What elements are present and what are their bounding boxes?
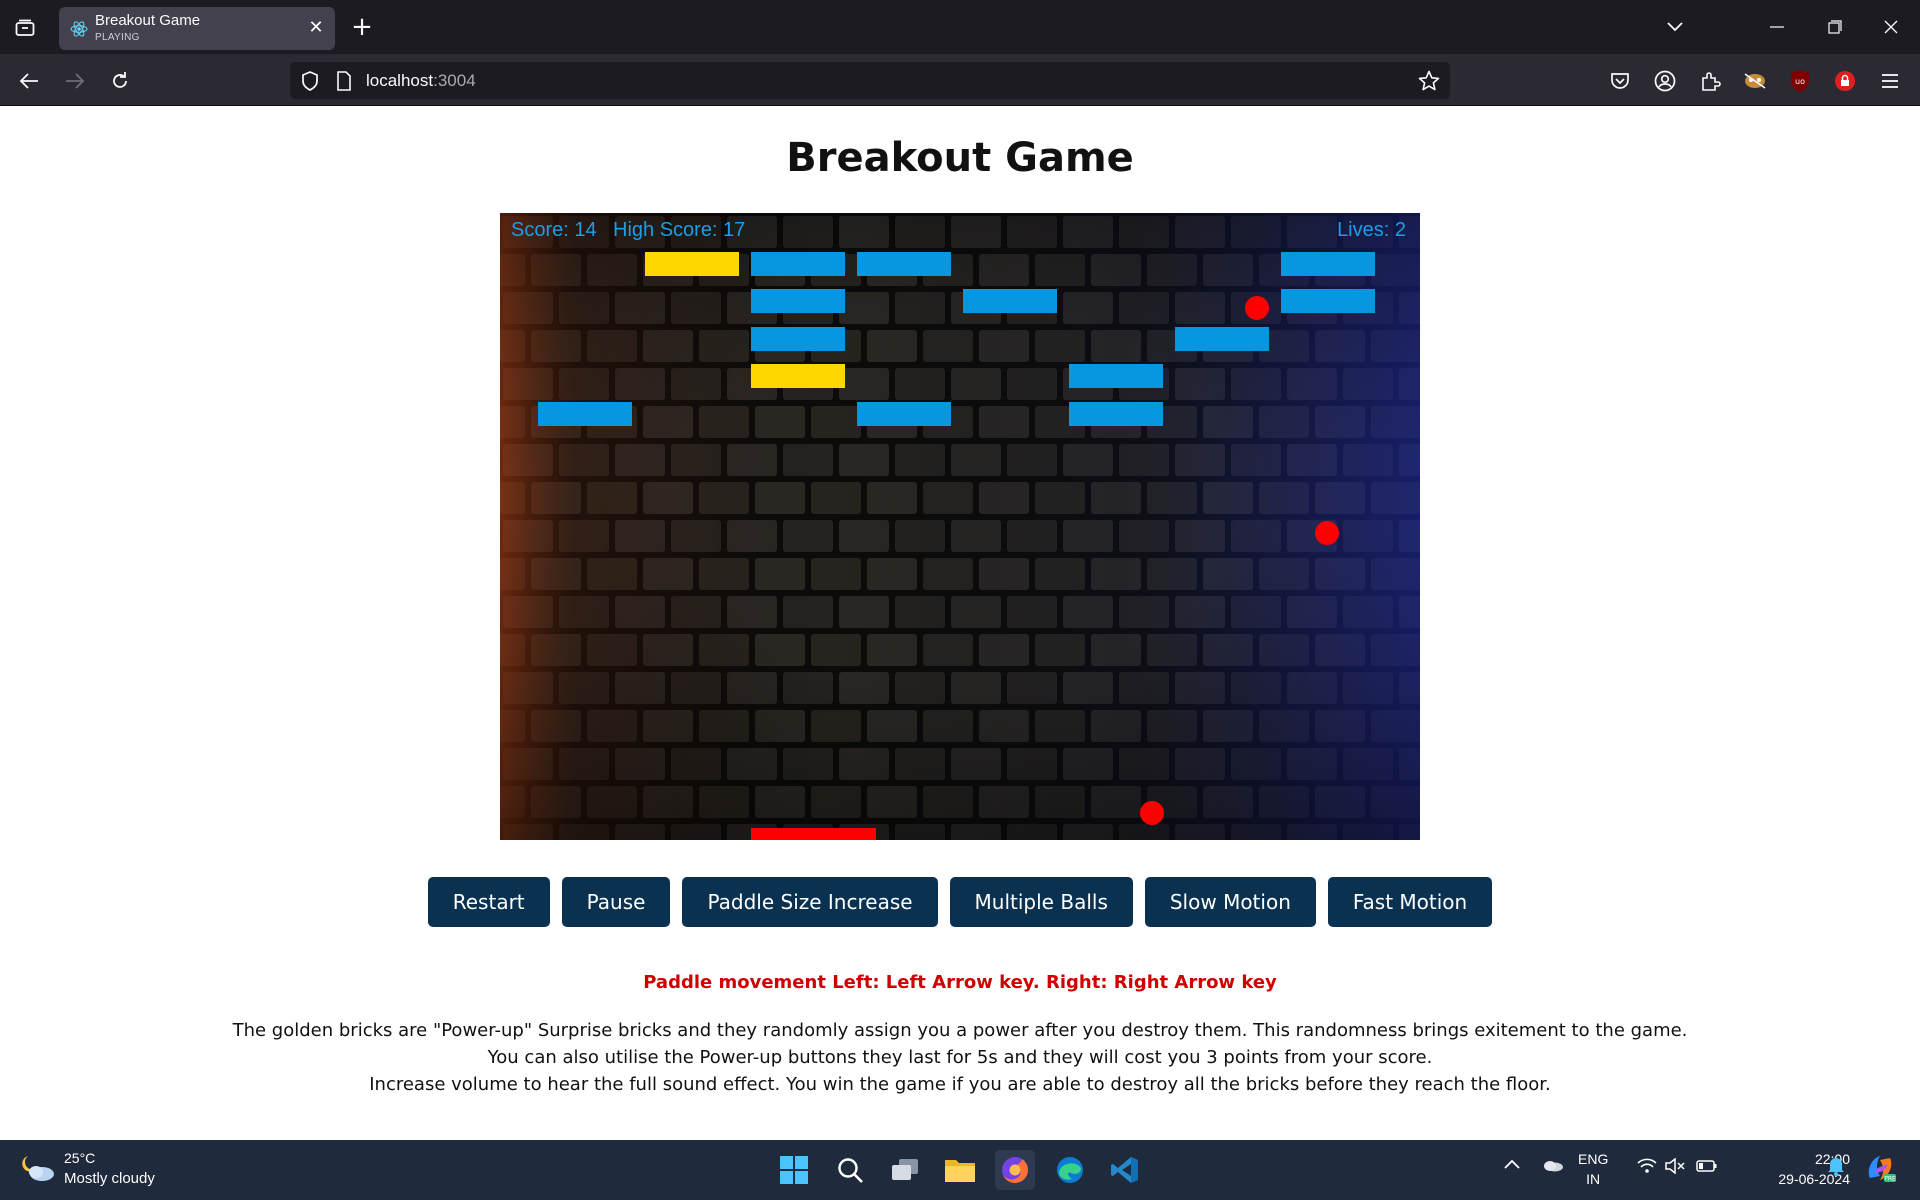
account-icon[interactable] [1652, 68, 1678, 94]
close-window-icon[interactable] [1876, 12, 1906, 42]
game-board [500, 213, 1420, 840]
url-host: localhost [366, 71, 434, 90]
paddle-size-increase-button[interactable]: Paddle Size Increase [682, 877, 938, 927]
react-icon [69, 19, 89, 39]
page-content: Breakout Game Score: 14 High Score: 17 L… [0, 107, 1920, 1140]
page-info-icon[interactable] [336, 71, 352, 95]
tab-title: Breakout Game [95, 12, 201, 29]
tab-bar: Breakout Game PLAYING ✕ + [0, 0, 1920, 54]
firefox-icon[interactable] [995, 1150, 1035, 1190]
brick [963, 289, 1057, 313]
brick [751, 252, 845, 276]
browser-tab[interactable]: Breakout Game PLAYING ✕ [59, 7, 335, 50]
language-indicator[interactable]: ENG IN [1578, 1149, 1608, 1189]
ball [1140, 801, 1164, 825]
navigation-toolbar: localhost:3004 uo [0, 54, 1920, 106]
battery-icon[interactable] [1696, 1159, 1718, 1178]
minimize-icon[interactable] [1762, 12, 1792, 42]
url-text: localhost:3004 [366, 71, 476, 91]
new-tab-icon[interactable]: + [348, 13, 376, 41]
url-port: :3004 [433, 71, 476, 90]
volume-muted-icon[interactable] [1665, 1157, 1685, 1179]
weather-condition: Mostly cloudy [64, 1170, 155, 1187]
temperature: 25°C [64, 1150, 96, 1166]
game-description: The golden bricks are "Power-up" Surpris… [0, 1017, 1920, 1098]
brick [538, 402, 632, 426]
power-up-brick [751, 364, 845, 388]
pocket-icon[interactable] [1607, 68, 1633, 94]
power-up-brick [645, 252, 739, 276]
url-bar[interactable]: localhost:3004 [290, 62, 1450, 99]
notification-bell-icon[interactable] [1827, 1156, 1845, 1181]
brick [1281, 289, 1375, 313]
lives-label: Lives: 2 [1337, 219, 1406, 241]
list-all-tabs-icon[interactable] [1660, 12, 1690, 42]
restore-icon[interactable] [1820, 12, 1850, 42]
start-icon[interactable] [774, 1150, 814, 1190]
power-up-controls: Restart Pause Paddle Size Increase Multi… [0, 877, 1920, 927]
tab-status: PLAYING [95, 32, 140, 43]
forward-icon[interactable] [60, 66, 90, 96]
fast-motion-button[interactable]: Fast Motion [1327, 877, 1493, 927]
brick [751, 289, 845, 313]
ball [1245, 296, 1269, 320]
ublock-origin-icon[interactable]: uo [1787, 68, 1813, 94]
brick [1069, 402, 1163, 426]
game-canvas[interactable]: Score: 14 High Score: 17 Lives: 2 [500, 213, 1420, 840]
reload-icon[interactable] [105, 66, 135, 96]
file-explorer-icon[interactable] [940, 1150, 980, 1190]
brick [1175, 327, 1269, 351]
extensions-icon[interactable] [1697, 68, 1723, 94]
menu-icon[interactable] [1877, 68, 1903, 94]
close-tab-icon[interactable]: ✕ [307, 19, 325, 37]
taskbar: 25°C Mostly cloudy ENG IN 22:00 29-06-20… [0, 1140, 1920, 1200]
multiple-balls-button[interactable]: Multiple Balls [949, 877, 1133, 927]
wifi-icon[interactable] [1637, 1158, 1657, 1179]
brick [751, 327, 845, 351]
restart-button[interactable]: Restart [427, 877, 550, 927]
brick [1069, 364, 1163, 388]
tab-list-icon[interactable] [10, 14, 40, 42]
brick [1281, 252, 1375, 276]
edge-icon[interactable] [1050, 1150, 1090, 1190]
brick [857, 402, 951, 426]
high-score-label: High Score: 17 [613, 219, 746, 241]
ball [1315, 521, 1339, 545]
description-line-2: You can also utilise the Power-up button… [487, 1047, 1433, 1068]
lock-extension-icon[interactable] [1832, 68, 1858, 94]
shield-icon[interactable] [300, 70, 320, 96]
brick [857, 252, 951, 276]
search-icon[interactable] [830, 1150, 870, 1190]
vscode-icon[interactable] [1105, 1150, 1145, 1190]
page-title: Breakout Game [786, 135, 1134, 181]
copilot-icon[interactable]: PRE [1864, 1152, 1896, 1189]
language-code: ENG [1578, 1151, 1609, 1167]
bookmark-star-icon[interactable] [1418, 70, 1440, 96]
task-view-icon[interactable] [885, 1150, 925, 1190]
description-line-1: The golden bricks are "Power-up" Surpris… [232, 1020, 1688, 1041]
show-hidden-icons-icon[interactable] [1504, 1156, 1520, 1174]
score-label: Score: 14 [511, 219, 597, 241]
movement-hint: Paddle movement Left: Left Arrow key. Ri… [643, 972, 1277, 993]
svg-text:uo: uo [1795, 77, 1805, 86]
back-icon[interactable] [14, 66, 44, 96]
onedrive-icon[interactable] [1542, 1158, 1564, 1177]
description-line-3: Increase volume to hear the full sound e… [369, 1074, 1551, 1095]
region-code: IN [1586, 1171, 1601, 1187]
paddle[interactable] [751, 828, 876, 840]
extension-avatar-icon[interactable] [1742, 68, 1768, 94]
slow-motion-button[interactable]: Slow Motion [1144, 877, 1316, 927]
pause-button[interactable]: Pause [561, 877, 671, 927]
svg-text:PRE: PRE [1884, 1176, 1896, 1183]
cloudy-weather-icon [20, 1152, 56, 1189]
